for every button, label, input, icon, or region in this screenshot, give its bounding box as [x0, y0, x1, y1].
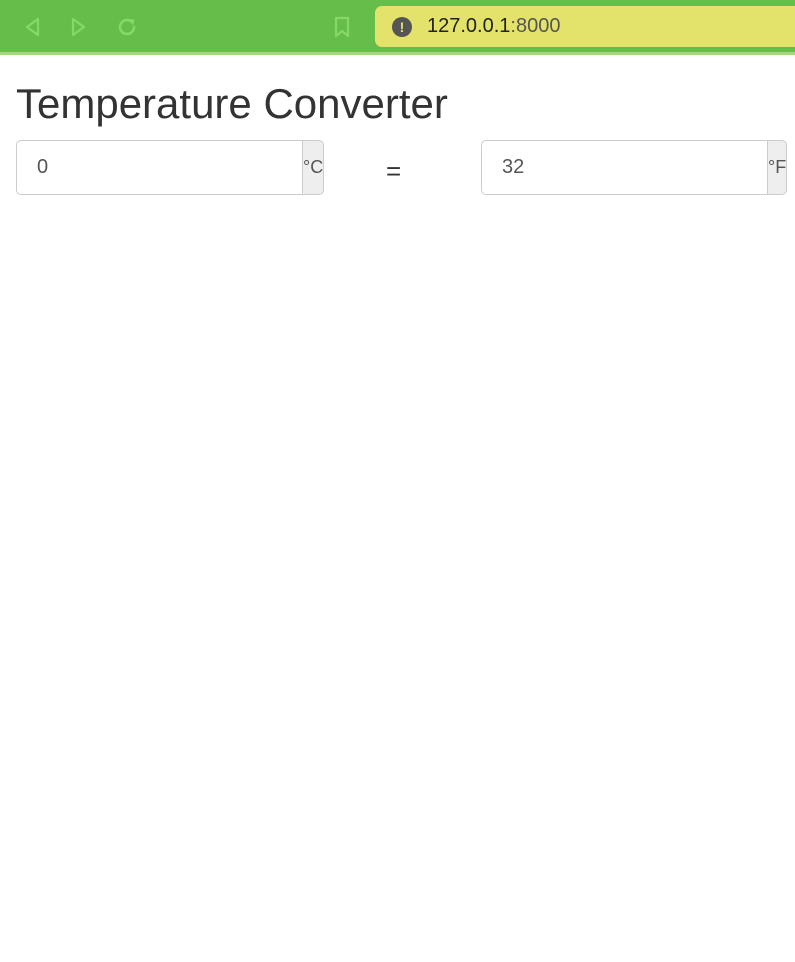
- url-port: :8000: [510, 15, 561, 37]
- fahrenheit-input[interactable]: [481, 140, 767, 195]
- bookmark-icon[interactable]: [327, 12, 357, 42]
- reload-icon[interactable]: [112, 12, 142, 42]
- address-bar[interactable]: ! 127.0.0.1:8000: [375, 6, 795, 47]
- browser-toolbar: ! 127.0.0.1:8000: [0, 0, 795, 55]
- fahrenheit-unit-label: °F: [767, 140, 788, 195]
- celsius-unit-label: °C: [302, 140, 325, 195]
- back-arrow-icon[interactable]: [17, 12, 47, 42]
- page-content: Temperature Converter °C = °F: [0, 58, 795, 962]
- forward-arrow-icon[interactable]: [64, 12, 94, 42]
- warning-icon[interactable]: !: [392, 16, 412, 37]
- celsius-input[interactable]: [16, 140, 302, 195]
- url-host: 127.0.0.1: [427, 15, 511, 37]
- page-title: Temperature Converter: [16, 80, 448, 127]
- celsius-input-group: °C: [16, 140, 325, 195]
- fahrenheit-input-group: °F: [481, 140, 788, 195]
- url-text: 127.0.0.1:8000: [427, 15, 560, 38]
- equals-sign: =: [386, 156, 402, 186]
